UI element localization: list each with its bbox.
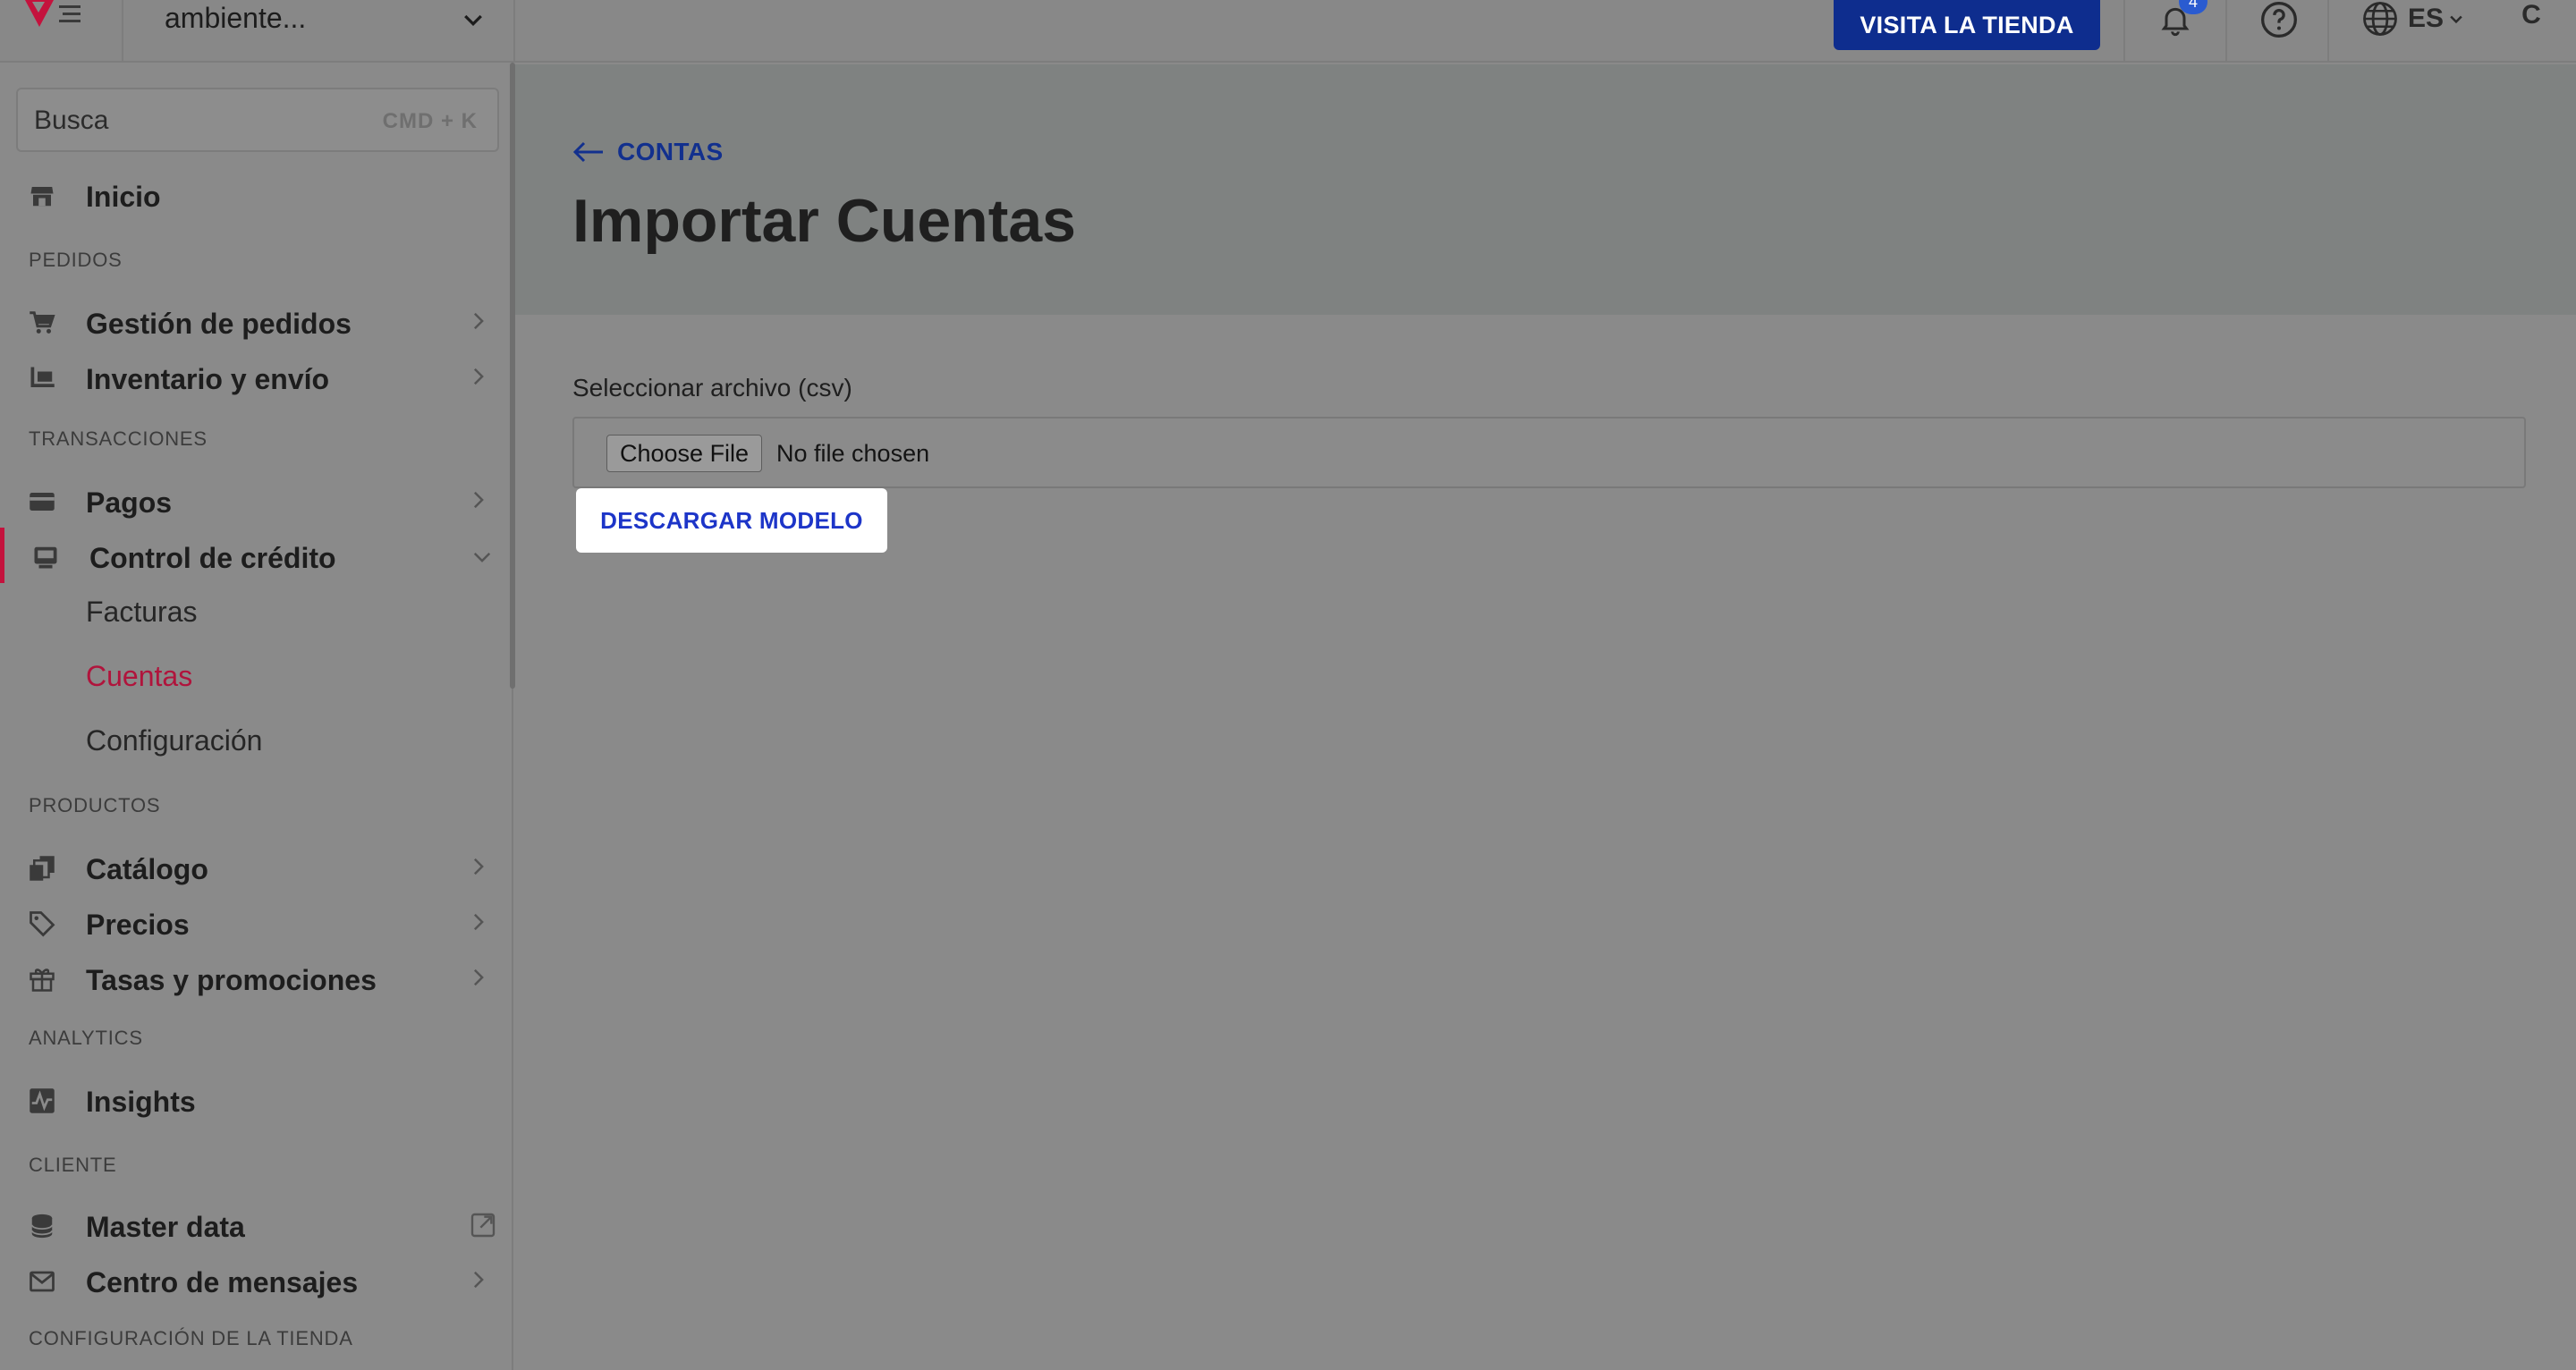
visit-store-button[interactable]: VISITA LA TIENDA <box>1834 0 2100 50</box>
sidebar-item-label: Gestión de pedidos <box>86 308 352 340</box>
sidebar-item-label: Master data <box>86 1211 245 1243</box>
store-switcher[interactable]: ambiente... <box>122 0 515 63</box>
sidebar-item-insights[interactable]: Insights <box>0 1078 512 1125</box>
sidebar-item-order-management[interactable]: Gestión de pedidos <box>0 300 512 347</box>
chevron-right-icon <box>470 490 487 510</box>
sidebar-item-message-center[interactable]: Centro de mensajes <box>0 1259 512 1306</box>
chevron-down-icon <box>2447 10 2465 28</box>
sidebar-item-master-data[interactable]: Master data <box>0 1204 512 1250</box>
chevron-down-icon <box>472 549 492 565</box>
section-store-settings: CONFIGURACIÓN DE LA TIENDA <box>29 1327 353 1349</box>
back-link[interactable]: CONTAS <box>572 138 724 166</box>
sidebar-item-label: Centro de mensajes <box>86 1266 359 1298</box>
chevron-right-icon <box>470 1270 487 1290</box>
search-placeholder: Busca <box>34 106 109 135</box>
globe-icon <box>2361 0 2399 38</box>
insights-chart-icon <box>29 1087 55 1114</box>
section-customer: CLIENTE <box>29 1154 117 1176</box>
section-orders: PEDIDOS <box>29 249 123 271</box>
choose-file-button[interactable]: Choose File <box>606 435 763 472</box>
sidebar-item-label: Pagos <box>86 486 173 519</box>
divider <box>2225 0 2227 63</box>
section-analytics: ANALYTICS <box>29 1027 143 1049</box>
download-template-button[interactable]: DESCARGAR MODELO <box>576 488 887 553</box>
sidebar-item-promotions[interactable]: Tasas y promociones <box>0 957 512 1003</box>
shipping-icon <box>29 365 55 392</box>
back-link-label: CONTAS <box>617 138 724 165</box>
chevron-right-icon <box>470 912 487 932</box>
chevron-right-icon <box>470 367 487 386</box>
price-tag-icon <box>29 910 55 937</box>
gift-icon <box>29 966 55 993</box>
sidebar-subitem-invoices[interactable]: Facturas <box>86 596 197 629</box>
chevron-right-icon <box>470 968 487 987</box>
file-status: No file chosen <box>776 440 930 467</box>
store-name: ambiente... <box>165 2 307 34</box>
section-transactions: TRANSACCIONES <box>29 427 208 450</box>
language-label: ES <box>2408 4 2445 33</box>
sidebar-subitem-settings[interactable]: Configuración <box>86 724 262 757</box>
chevron-right-icon <box>470 857 487 876</box>
help-icon[interactable] <box>2259 0 2299 39</box>
sidebar-item-inventory[interactable]: Inventario y envío <box>0 356 512 402</box>
sidebar-subitem-accounts[interactable]: Cuentas <box>86 660 192 693</box>
sidebar-item-label: Control de crédito <box>89 542 336 574</box>
external-link-icon <box>469 1211 497 1239</box>
page-title: Importar Cuentas <box>572 187 1076 255</box>
sidebar-item-credit-control[interactable]: Control de crédito <box>0 535 512 581</box>
sidebar-item-payments[interactable]: Pagos <box>0 479 512 526</box>
sidebar-item-prices[interactable]: Precios <box>0 901 512 948</box>
sidebar-item-label: Catálogo <box>86 853 208 885</box>
language-selector[interactable]: ES <box>2361 0 2465 38</box>
sidebar-item-label: Insights <box>86 1086 196 1118</box>
divider <box>2123 0 2125 63</box>
top-bar: ambiente... VISITA LA TIENDA 4 ES C <box>0 0 2576 63</box>
user-avatar[interactable]: C <box>2513 0 2549 36</box>
search-input[interactable]: Busca CMD + K <box>16 88 499 152</box>
sidebar-item-label: Inicio <box>86 181 161 213</box>
sidebar-item-catalog[interactable]: Catálogo <box>0 846 512 892</box>
file-input[interactable]: Choose File No file chosen <box>572 417 2526 488</box>
database-icon <box>29 1213 55 1239</box>
chevron-right-icon <box>470 311 487 331</box>
section-products: PRODUCTOS <box>29 794 161 816</box>
sidebar-item-label: Precios <box>86 909 190 941</box>
file-field-label: Seleccionar archivo (csv) <box>572 374 852 402</box>
divider <box>2327 0 2329 63</box>
sidebar: Busca CMD + K Inicio PEDIDOS Gestión de … <box>0 63 513 1370</box>
arrow-left-icon <box>572 140 605 164</box>
credit-card-icon <box>29 488 55 515</box>
sidebar-item-label: Tasas y promociones <box>86 964 377 996</box>
catalog-icon <box>29 855 55 882</box>
sidebar-item-label: Inventario y envío <box>86 363 330 395</box>
credit-control-icon <box>32 544 59 571</box>
vtex-logo-icon[interactable] <box>23 0 86 36</box>
search-shortcut: CMD + K <box>382 109 478 133</box>
cart-icon <box>29 309 55 336</box>
sidebar-item-home[interactable]: Inicio <box>0 173 512 220</box>
envelope-icon <box>29 1268 55 1295</box>
chevron-down-icon <box>460 7 487 34</box>
store-icon <box>29 182 55 209</box>
